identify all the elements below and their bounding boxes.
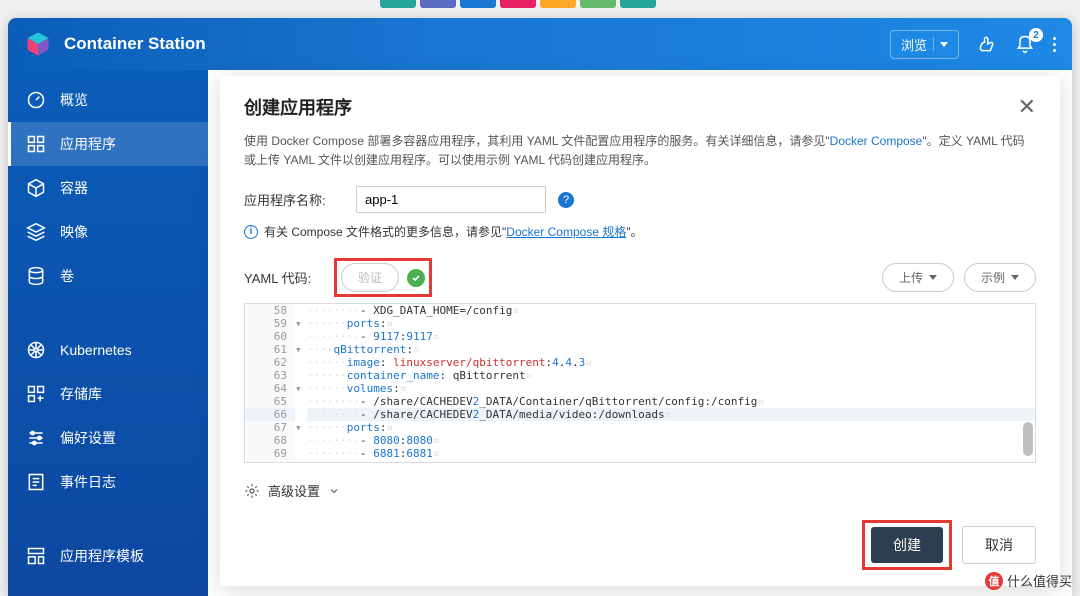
notification-bell-icon[interactable]: 2 bbox=[1015, 34, 1035, 54]
editor-scrollbar[interactable] bbox=[1023, 306, 1033, 460]
yaml-code-label: YAML 代码: bbox=[244, 268, 324, 287]
upload-button[interactable]: 上传 bbox=[882, 263, 954, 292]
sidebar-label: 容器 bbox=[60, 178, 88, 198]
layers-icon bbox=[26, 222, 46, 242]
browse-label: 浏览 bbox=[901, 35, 927, 54]
sidebar-item-volumes[interactable]: 卷 bbox=[8, 254, 208, 298]
code-line[interactable]: 62······image: linuxserver/qbittorrent:4… bbox=[245, 356, 1035, 369]
sidebar-item-overview[interactable]: 概览 bbox=[8, 78, 208, 122]
info-icon: i bbox=[244, 225, 258, 239]
watermark-icon: 值 bbox=[985, 572, 1003, 590]
create-app-modal: 创建应用程序 ✕ 使用 Docker Compose 部署多容器应用程序，其利用… bbox=[220, 76, 1060, 586]
helm-icon bbox=[26, 340, 46, 360]
sidebar-label: 事件日志 bbox=[60, 472, 116, 492]
code-line[interactable]: 66········- /share/CACHEDEV2_DATA/media/… bbox=[245, 408, 1035, 421]
sidebar: 概览 应用程序 容器 映像 卷 Kubernetes bbox=[8, 70, 208, 596]
sidebar-label: 概览 bbox=[60, 90, 88, 110]
app-name-label: 应用程序名称: bbox=[244, 190, 344, 209]
code-line[interactable]: 67▾······ports:¤ bbox=[245, 421, 1035, 434]
app-window: Container Station 浏览 2 概览 应用程序 bbox=[8, 18, 1072, 596]
gauge-icon bbox=[26, 90, 46, 110]
code-line[interactable]: 61▾····qBittorrent:¤ bbox=[245, 343, 1035, 356]
sliders-icon bbox=[26, 428, 46, 448]
advanced-settings-toggle[interactable]: 高级设置 bbox=[244, 481, 1036, 500]
app-header: Container Station 浏览 2 bbox=[8, 18, 1072, 70]
highlight-verify: 验证 bbox=[334, 258, 432, 297]
code-line[interactable]: 63······container_name: qBittorrent¤ bbox=[245, 369, 1035, 382]
code-line[interactable]: 64▾······volumes:¤ bbox=[245, 382, 1035, 395]
repo-icon bbox=[26, 384, 46, 404]
sidebar-item-repository[interactable]: 存储库 bbox=[8, 372, 208, 416]
sidebar-label: 存储库 bbox=[60, 384, 102, 404]
sidebar-item-images[interactable]: 映像 bbox=[8, 210, 208, 254]
sidebar-label: 应用程序模板 bbox=[60, 546, 144, 566]
docker-compose-link[interactable]: Docker Compose bbox=[830, 134, 923, 148]
code-line[interactable]: 70········- 6881:6881/udp¤ bbox=[245, 460, 1035, 463]
sidebar-label: 应用程序 bbox=[60, 134, 116, 154]
code-line[interactable]: 58········- XDG_DATA_HOME=/config¤ bbox=[245, 304, 1035, 317]
sidebar-item-kubernetes[interactable]: Kubernetes bbox=[8, 328, 208, 372]
sidebar-label: 映像 bbox=[60, 222, 88, 242]
highlight-create: 创建 bbox=[862, 520, 952, 570]
code-line[interactable]: 68········- 8080:8080¤ bbox=[245, 434, 1035, 447]
modal-title: 创建应用程序 bbox=[244, 94, 352, 120]
desktop-taskbar-hint bbox=[380, 0, 656, 8]
more-menu-icon[interactable] bbox=[1053, 37, 1056, 52]
yaml-editor[interactable]: 58········- XDG_DATA_HOME=/config¤59▾···… bbox=[244, 303, 1036, 463]
watermark: 值 什么值得买 bbox=[985, 571, 1072, 590]
verify-button[interactable]: 验证 bbox=[341, 263, 399, 292]
code-line[interactable]: 65········- /share/CACHEDEV2_DATA/Contai… bbox=[245, 395, 1035, 408]
sidebar-label: 偏好设置 bbox=[60, 428, 116, 448]
info-message: i 有关 Compose 文件格式的更多信息，请参见"Docker Compos… bbox=[244, 223, 1036, 240]
sidebar-label: Kubernetes bbox=[60, 342, 132, 358]
gear-icon bbox=[244, 483, 260, 499]
app-name-input[interactable] bbox=[356, 186, 546, 213]
sidebar-item-templates[interactable]: 应用程序模板 bbox=[8, 534, 208, 578]
sidebar-item-preferences[interactable]: 偏好设置 bbox=[8, 416, 208, 460]
cube-icon bbox=[26, 178, 46, 198]
apps-icon bbox=[26, 134, 46, 154]
chevron-down-icon bbox=[328, 485, 340, 497]
browse-button[interactable]: 浏览 bbox=[890, 30, 959, 59]
notification-badge: 2 bbox=[1029, 28, 1043, 42]
compose-spec-link[interactable]: Docker Compose 规格 bbox=[506, 225, 626, 239]
template-icon bbox=[26, 546, 46, 566]
main-content: 创建应用程序 ✕ 使用 Docker Compose 部署多容器应用程序，其利用… bbox=[208, 70, 1072, 596]
code-line[interactable]: 60········- 9117:9117¤ bbox=[245, 330, 1035, 343]
close-button[interactable]: ✕ bbox=[1018, 94, 1036, 120]
sidebar-item-applications[interactable]: 应用程序 bbox=[8, 122, 208, 166]
chevron-down-icon bbox=[940, 42, 948, 47]
hand-icon[interactable] bbox=[977, 34, 997, 54]
sidebar-label: 卷 bbox=[60, 266, 74, 286]
create-button[interactable]: 创建 bbox=[871, 527, 943, 563]
code-line[interactable]: 59▾······ports:¤ bbox=[245, 317, 1035, 330]
modal-description: 使用 Docker Compose 部署多容器应用程序，其利用 YAML 文件配… bbox=[244, 132, 1036, 170]
log-icon bbox=[26, 472, 46, 492]
sidebar-item-containers[interactable]: 容器 bbox=[8, 166, 208, 210]
sidebar-item-events[interactable]: 事件日志 bbox=[8, 460, 208, 504]
database-icon bbox=[26, 266, 46, 286]
code-line[interactable]: 69········- 6881:6881¤ bbox=[245, 447, 1035, 460]
help-icon[interactable]: ? bbox=[558, 192, 574, 208]
example-button[interactable]: 示例 bbox=[964, 263, 1036, 292]
cancel-button[interactable]: 取消 bbox=[962, 526, 1036, 564]
app-logo-icon bbox=[24, 30, 52, 58]
app-title: Container Station bbox=[64, 34, 890, 54]
check-icon bbox=[407, 269, 425, 287]
